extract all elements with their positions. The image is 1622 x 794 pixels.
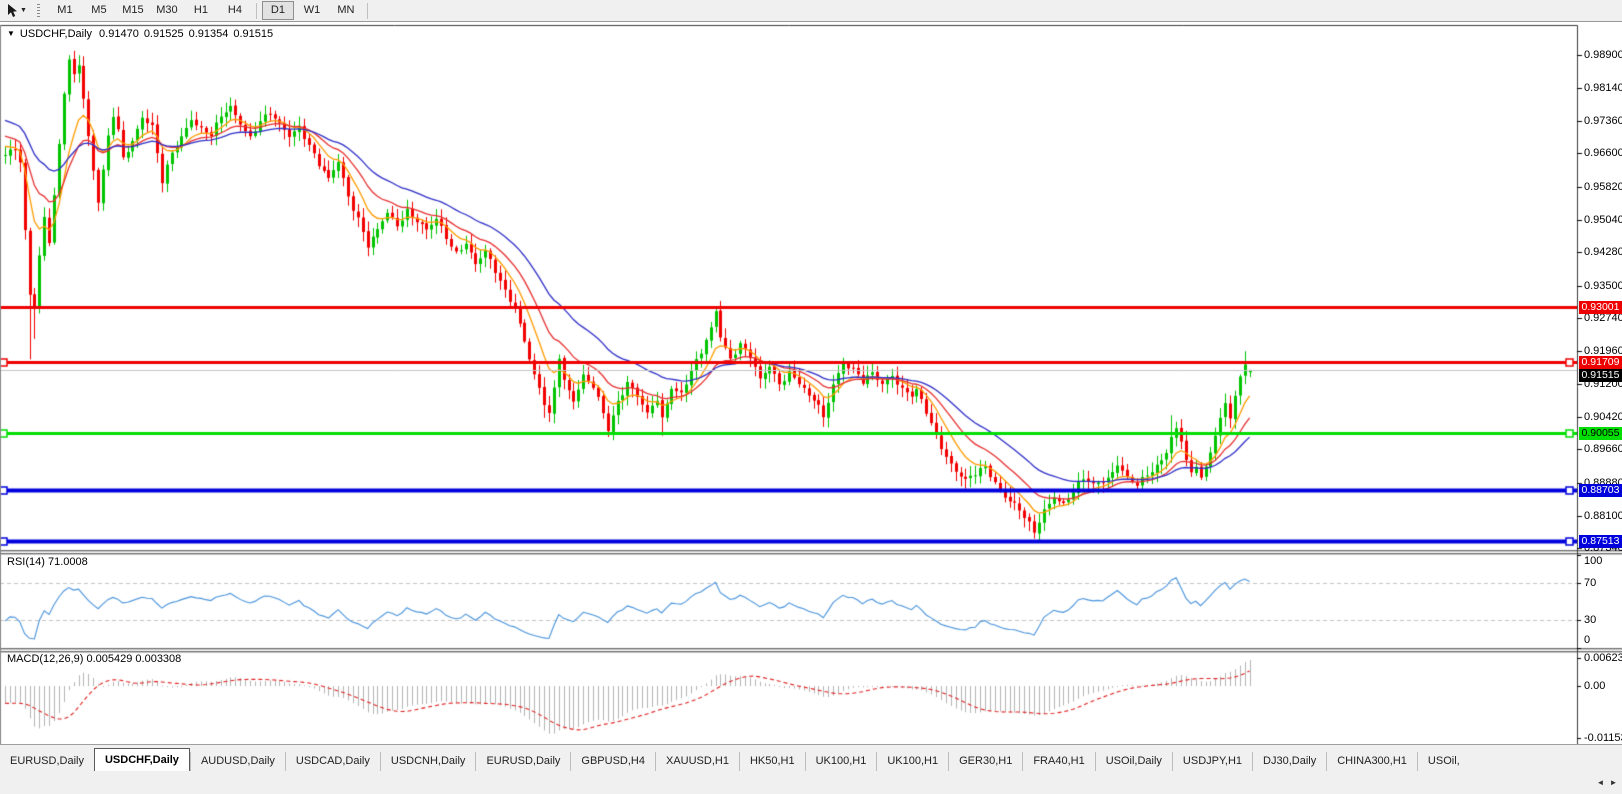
chart-tab-fra40-h1[interactable]: FRA40,H1 (1022, 752, 1094, 771)
chart-tab-usdcnh-daily[interactable]: USDCNH,Daily (379, 752, 476, 771)
timeframe-button-h4[interactable]: H4 (219, 1, 251, 20)
chart-tab-gbpusd-h4[interactable]: GBPUSD,H4 (570, 752, 655, 771)
tab-scroll-left-icon[interactable]: ◄ (1594, 774, 1607, 791)
toolbar-divider (255, 2, 257, 19)
price-tick-label: 0.95040 (1584, 214, 1622, 226)
price-tick-label: 0.98140 (1584, 82, 1622, 94)
tab-scroll-arrows: ◄ ► (1594, 774, 1620, 791)
cursor-tool-icon[interactable] (5, 3, 19, 19)
price-tick-label: 0.93500 (1584, 280, 1622, 292)
timeframe-button-m30[interactable]: M30 (151, 1, 183, 20)
chart-tab-bar: EURUSD,Daily USDCHF,Daily AUDUSD,Daily USDC… (0, 744, 1622, 771)
mt4-terminal: { "toolbar": { "cursor_tool_icon": "curs… (0, 0, 1622, 794)
rsi-axis-label: 30 (1584, 614, 1597, 626)
rsi-axis-label: 70 (1584, 577, 1597, 589)
price-tick-label: 0.97360 (1584, 115, 1622, 127)
price-tick-label: 0.89660 (1584, 443, 1622, 455)
ohlc-open: 0.91470 (99, 28, 139, 40)
chart-tab-uk100-h1[interactable]: UK100,H1 (876, 752, 948, 771)
level-price-tag: 0.90055 (1579, 427, 1622, 440)
rsi-indicator-label: RSI(14) 71.0008 (7, 556, 88, 568)
collapse-triangle-icon[interactable]: ▼ (7, 29, 15, 38)
ohlc-low: 0.91354 (188, 28, 229, 40)
chart-tab-eurusd-daily[interactable]: EURUSD,Daily (475, 752, 570, 771)
price-tick-label: 0.96600 (1584, 147, 1622, 159)
current-price-tag: 0.91515 (1579, 369, 1622, 382)
tab-scroll-right-icon[interactable]: ► (1607, 774, 1620, 791)
rsi-axis-label: 100 (1584, 555, 1603, 567)
chart-tab-hk50-h1[interactable]: HK50,H1 (738, 752, 805, 771)
window-bottom-strip (0, 770, 1622, 794)
chart-tab-ger30-h1[interactable]: GER30,H1 (948, 752, 1022, 771)
chart-tab-dj30-daily[interactable]: DJ30,Daily (1252, 752, 1326, 771)
price-tick-label: 0.95820 (1584, 181, 1622, 193)
chart-tab-uk100-h1[interactable]: UK100,H1 (804, 752, 877, 771)
chart-tab-eurusd-daily[interactable]: EURUSD,Daily (0, 752, 94, 771)
timeframe-button-w1[interactable]: W1 (296, 1, 328, 20)
chart-title: ▼ USDCHF,Daily 0.91470 0.91525 0.91354 0.9151… (7, 28, 273, 40)
price-tick-label: 0.98900 (1584, 49, 1622, 61)
ohlc-close: 0.91515 (233, 28, 274, 40)
timeframe-button-group: M1 M5 M15 M30 H1 H4 D1 W1 MN (48, 1, 372, 20)
price-chart-canvas[interactable] (0, 22, 1622, 766)
level-price-tag: 0.93001 (1579, 301, 1622, 314)
macd-axis-label: 0.00 (1584, 680, 1606, 692)
chart-window: ▼ USDCHF,Daily 0.91470 0.91525 0.91354 0.9151… (0, 22, 1622, 766)
price-tick-label: 0.90420 (1584, 411, 1622, 423)
level-price-tag: 0.91709 (1579, 356, 1622, 369)
chart-symbol-label: USDCHF,Daily (19, 28, 93, 40)
timeframe-button-m1[interactable]: M1 (49, 1, 81, 20)
toolbar-grip-handle[interactable] (36, 3, 40, 18)
rsi-axis-label: 0 (1584, 634, 1591, 646)
timeframe-button-m5[interactable]: M5 (83, 1, 115, 20)
toolbar-divider (366, 2, 368, 19)
chart-tab-xauusd-h1[interactable]: XAUUSD,H1 (654, 752, 739, 771)
timeframe-button-h1[interactable]: H1 (185, 1, 217, 20)
chart-tab-usdjpy-h1[interactable]: USDJPY,H1 (1171, 752, 1252, 771)
chart-tab-china300-h1[interactable]: CHINA300,H1 (1326, 752, 1417, 771)
level-price-tag: 0.87513 (1579, 535, 1622, 548)
level-price-tag: 0.88703 (1579, 484, 1622, 497)
chart-tab-usoil-daily[interactable]: USOil,Daily (1094, 752, 1172, 771)
timeframe-button-d1[interactable]: D1 (261, 1, 294, 20)
chart-tab-usdchf-daily[interactable]: USDCHF,Daily (93, 748, 190, 771)
chart-tab-usdcad-daily[interactable]: USDCAD,Daily (284, 752, 380, 771)
timeframe-button-m15[interactable]: M15 (117, 1, 149, 20)
price-tick-label: 0.88100 (1584, 510, 1622, 522)
macd-axis-label: 0.006237 (1584, 652, 1622, 664)
ohlc-high: 0.91525 (143, 28, 184, 40)
macd-indicator-label: MACD(12,26,9) 0.005429 0.003308 (7, 653, 182, 665)
timeframe-button-mn[interactable]: MN (330, 1, 362, 20)
top-toolbar: ▼ M1 M5 M15 M30 H1 H4 D1 W1 MN (0, 0, 1622, 22)
price-tick-label: 0.94280 (1584, 246, 1622, 258)
macd-axis-label: -0.011534 (1584, 732, 1622, 744)
chart-tab-audusd-daily[interactable]: AUDUSD,Daily (189, 752, 285, 771)
chart-tab-usoil-[interactable]: USOil, (1416, 752, 1470, 771)
cursor-dropdown-icon[interactable]: ▼ (20, 7, 27, 14)
